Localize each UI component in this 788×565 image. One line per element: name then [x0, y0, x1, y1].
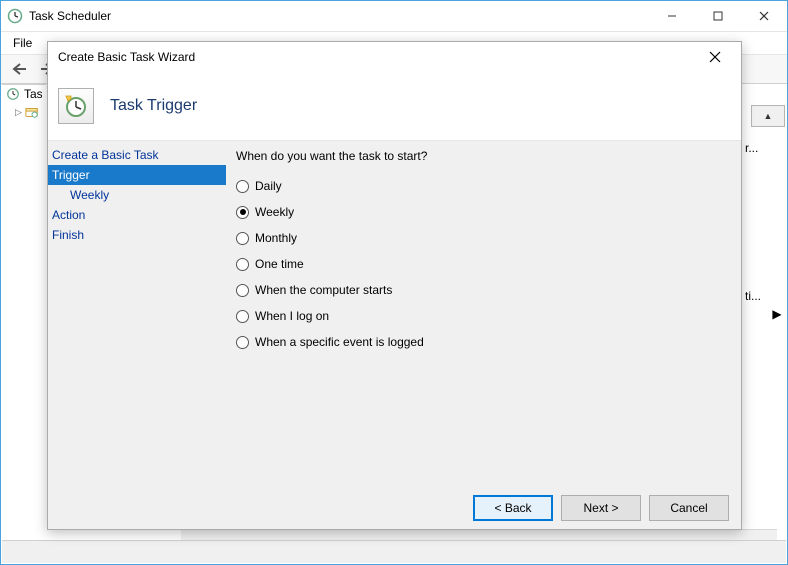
step-trigger[interactable]: Trigger	[48, 165, 226, 185]
step-label: Action	[52, 208, 85, 222]
next-button[interactable]: Next >	[561, 495, 641, 521]
nav-back-button[interactable]	[5, 57, 33, 81]
radio-icon	[236, 284, 249, 297]
clock-icon	[7, 8, 23, 24]
tree-child-item[interactable]: ▷	[2, 103, 46, 121]
radio-label: Weekly	[255, 205, 294, 219]
button-label: Next >	[583, 501, 618, 515]
radio-daily[interactable]: Daily	[236, 173, 731, 199]
task-trigger-icon	[58, 88, 94, 124]
status-bar	[2, 540, 786, 563]
step-action[interactable]: Action	[48, 205, 226, 225]
bottom-panel-1	[181, 529, 777, 540]
main-title: Task Scheduler	[29, 9, 111, 23]
wizard-content: When do you want the task to start? Dail…	[226, 141, 741, 487]
radio-label: When a specific event is logged	[255, 335, 424, 349]
close-button[interactable]	[741, 1, 787, 31]
radio-icon	[236, 310, 249, 323]
radio-one-time[interactable]: One time	[236, 251, 731, 277]
tree-root-item[interactable]: Tas	[2, 85, 46, 103]
wizard-header-title: Task Trigger	[110, 97, 197, 115]
step-label: Weekly	[70, 188, 109, 202]
minimize-button[interactable]	[649, 1, 695, 31]
radio-label: When I log on	[255, 309, 329, 323]
radio-icon	[236, 206, 249, 219]
radio-log-on[interactable]: When I log on	[236, 303, 731, 329]
cancel-button[interactable]: Cancel	[649, 495, 729, 521]
radio-specific-event[interactable]: When a specific event is logged	[236, 329, 731, 355]
radio-icon	[236, 232, 249, 245]
wizard-footer: < Back Next > Cancel	[48, 487, 741, 529]
trigger-question: When do you want the task to start?	[236, 149, 731, 163]
step-trigger-weekly[interactable]: Weekly	[48, 185, 226, 205]
radio-computer-starts[interactable]: When the computer starts	[236, 277, 731, 303]
step-create-basic-task[interactable]: Create a Basic Task	[48, 145, 226, 165]
tree-expander-icon[interactable]: ▷	[14, 107, 23, 118]
right-pane-text: ti...	[745, 289, 785, 303]
step-label: Trigger	[52, 168, 90, 182]
radio-label: When the computer starts	[255, 283, 392, 297]
wizard-title: Create Basic Task Wizard	[58, 50, 195, 64]
button-label: < Back	[494, 501, 531, 515]
radio-monthly[interactable]: Monthly	[236, 225, 731, 251]
tree-panel: Tas ▷	[2, 84, 46, 121]
radio-icon	[236, 258, 249, 271]
wizard-steps-sidebar: Create a Basic Task Trigger Weekly Actio…	[48, 141, 226, 487]
right-arrow-button[interactable]: ▶	[769, 303, 785, 325]
menu-file[interactable]: File	[5, 34, 40, 52]
radio-icon	[236, 336, 249, 349]
wizard-titlebar: Create Basic Task Wizard	[48, 42, 741, 72]
radio-label: Daily	[255, 179, 282, 193]
create-basic-task-wizard: Create Basic Task Wizard Task Trigger	[47, 41, 742, 530]
maximize-button[interactable]	[695, 1, 741, 31]
step-label: Finish	[52, 228, 84, 242]
main-titlebar: Task Scheduler	[1, 1, 787, 32]
tree-root-label: Tas	[24, 87, 42, 101]
radio-label: One time	[255, 257, 304, 271]
clock-icon	[6, 87, 20, 101]
panel-collapse-up-button[interactable]: ▲	[751, 105, 785, 127]
back-button[interactable]: < Back	[473, 495, 553, 521]
button-label: Cancel	[670, 501, 707, 515]
radio-label: Monthly	[255, 231, 297, 245]
radio-icon	[236, 180, 249, 193]
wizard-close-button[interactable]	[695, 45, 735, 69]
library-icon	[25, 105, 39, 119]
wizard-header: Task Trigger	[48, 72, 741, 140]
step-finish[interactable]: Finish	[48, 225, 226, 245]
right-pane-text: r...	[745, 141, 785, 155]
step-label: Create a Basic Task	[52, 148, 159, 162]
radio-weekly[interactable]: Weekly	[236, 199, 731, 225]
